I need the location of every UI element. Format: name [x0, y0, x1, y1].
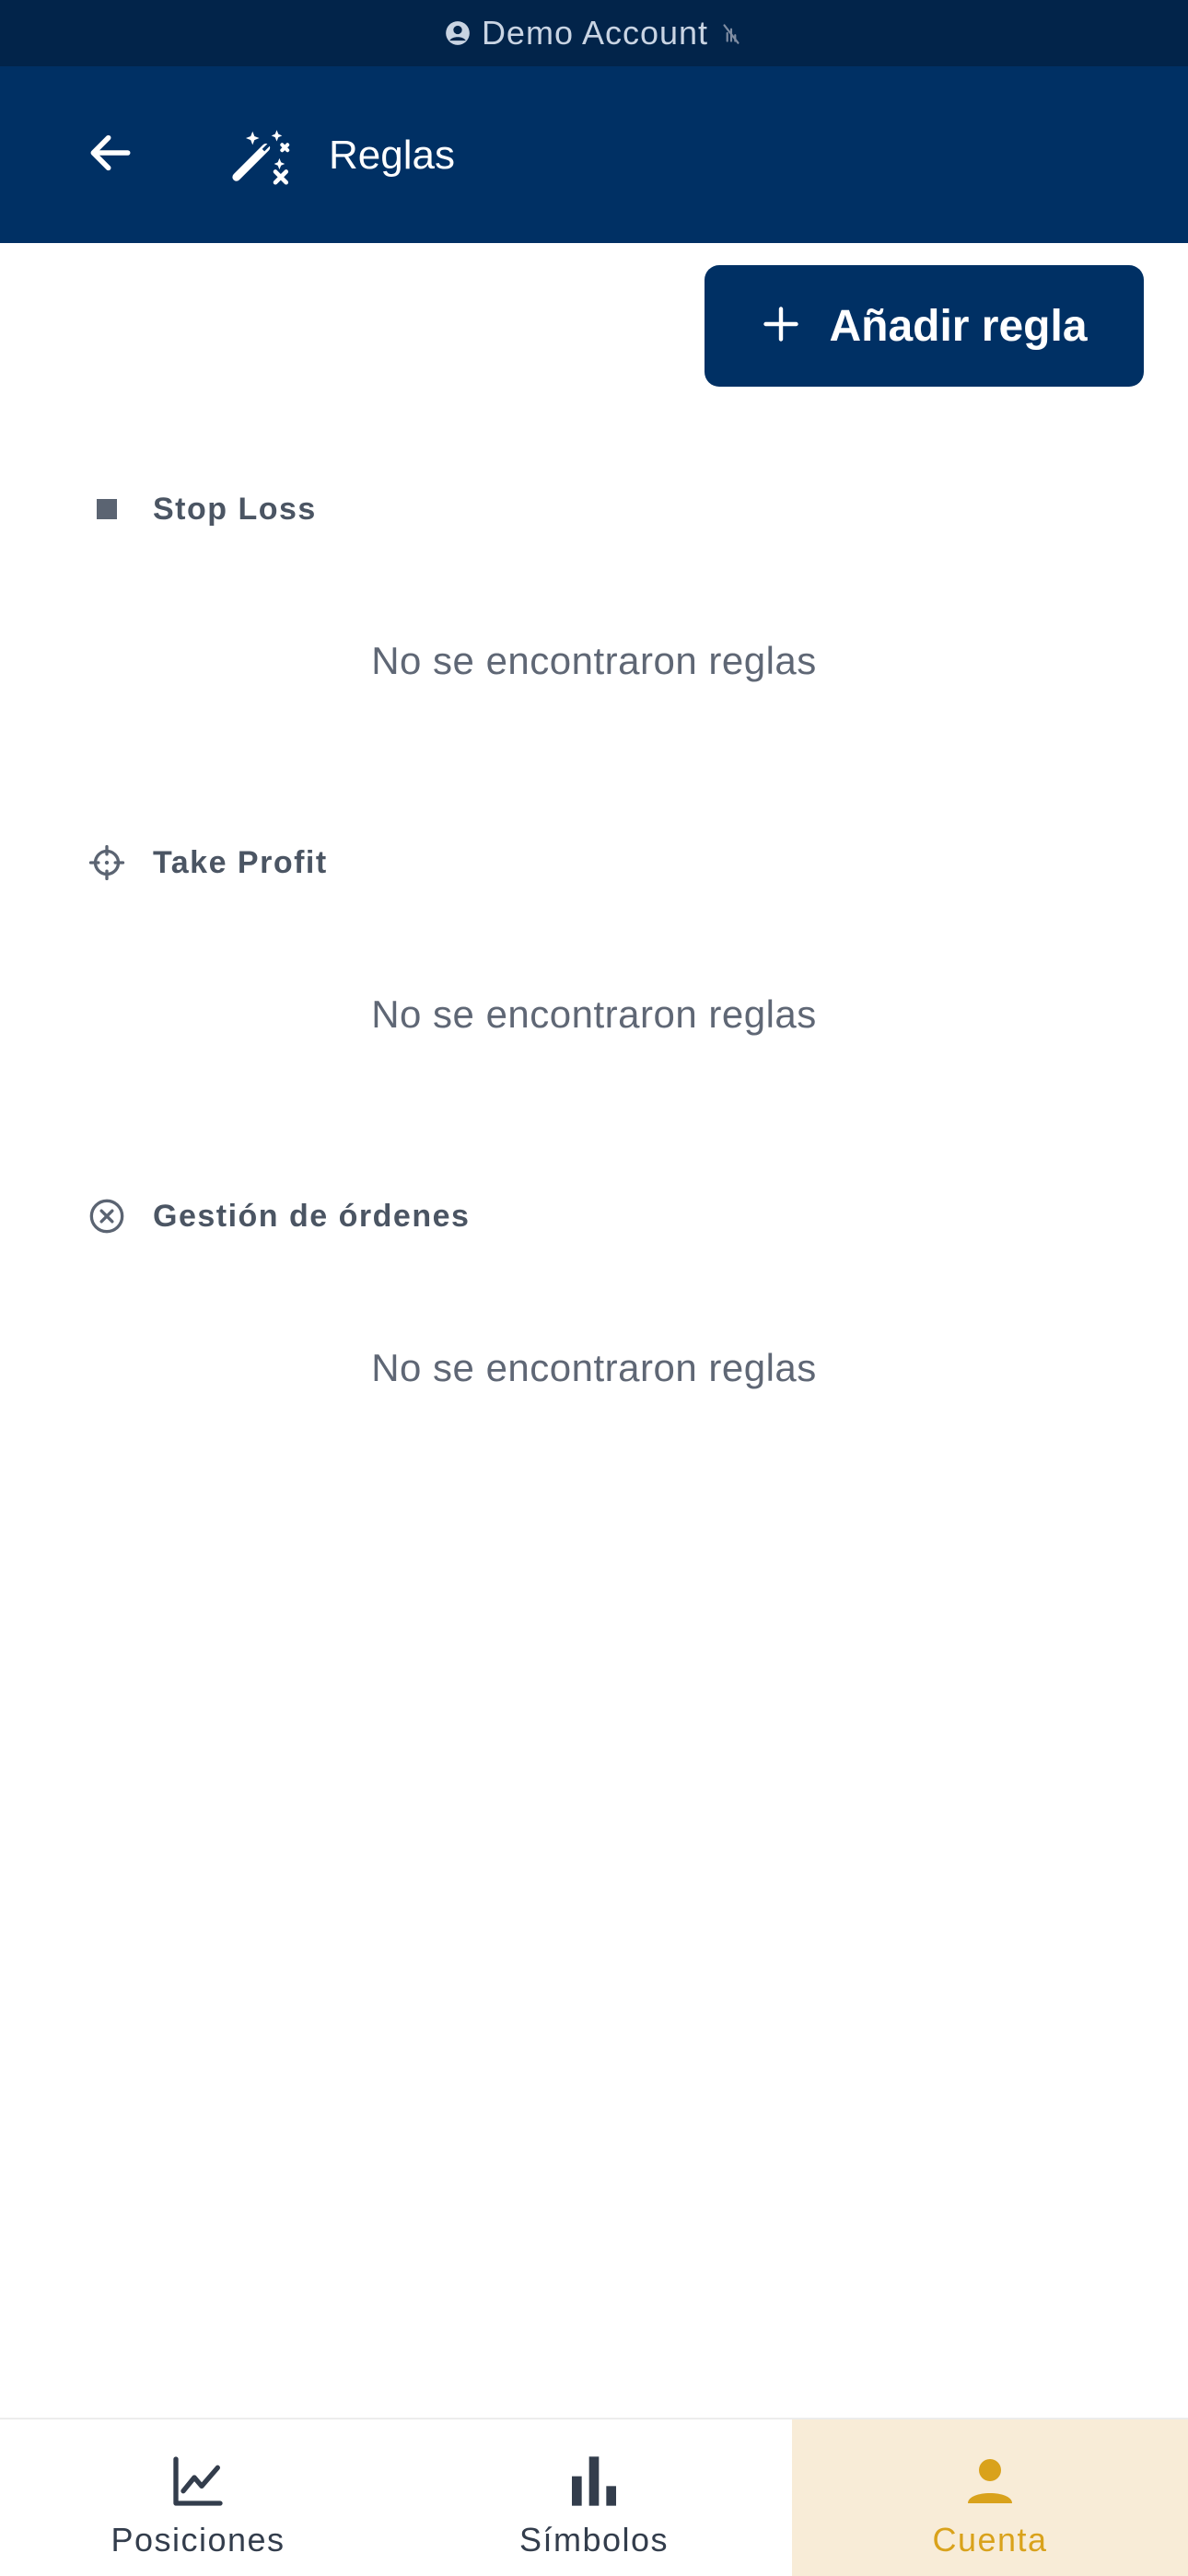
- account-label: Demo Account: [481, 14, 709, 52]
- section-title: Gestión de órdenes: [153, 1198, 471, 1234]
- line-chart-icon: [166, 2449, 230, 2513]
- nav-label: Cuenta: [932, 2521, 1048, 2559]
- empty-state-text: No se encontraron reglas: [371, 992, 817, 1036]
- section-header-order-management: Gestión de órdenes: [88, 1194, 470, 1238]
- section-header-take-profit: Take Profit: [88, 841, 328, 885]
- add-rule-button[interactable]: Añadir regla: [705, 265, 1144, 387]
- stop-square-icon: [88, 491, 125, 528]
- section-header-stop-loss: Stop Loss: [88, 487, 317, 531]
- account-circle-icon: [445, 20, 471, 46]
- bar-chart-icon: [562, 2449, 626, 2513]
- page-title: Reglas: [329, 133, 455, 178]
- add-rule-label: Añadir regla: [829, 301, 1088, 351]
- empty-state-text: No se encontraron reglas: [371, 639, 817, 682]
- section-title: Take Profit: [153, 844, 328, 880]
- signal-off-icon: [719, 19, 743, 47]
- nav-tab-cuenta[interactable]: Cuenta: [792, 2419, 1188, 2576]
- nav-tab-simbolos[interactable]: Símbolos: [396, 2419, 792, 2576]
- back-button[interactable]: [74, 118, 147, 191]
- arrow-left-icon: [85, 127, 136, 183]
- plus-icon: [761, 304, 801, 349]
- nav-tab-posiciones[interactable]: Posiciones: [0, 2419, 396, 2576]
- nav-label: Símbolos: [518, 2521, 670, 2559]
- section-title: Stop Loss: [153, 491, 317, 527]
- app-bar: Reglas: [0, 66, 1188, 243]
- person-icon: [958, 2449, 1022, 2513]
- crosshair-icon: [88, 844, 125, 881]
- empty-state-text: No se encontraron reglas: [371, 1346, 817, 1389]
- bottom-nav: Posiciones Símbolos Cuenta: [0, 2418, 1188, 2576]
- magic-wand-icon: [228, 123, 293, 188]
- status-bar: Demo Account: [0, 0, 1188, 66]
- cancel-circle-icon: [88, 1198, 125, 1235]
- nav-label: Posiciones: [111, 2521, 285, 2559]
